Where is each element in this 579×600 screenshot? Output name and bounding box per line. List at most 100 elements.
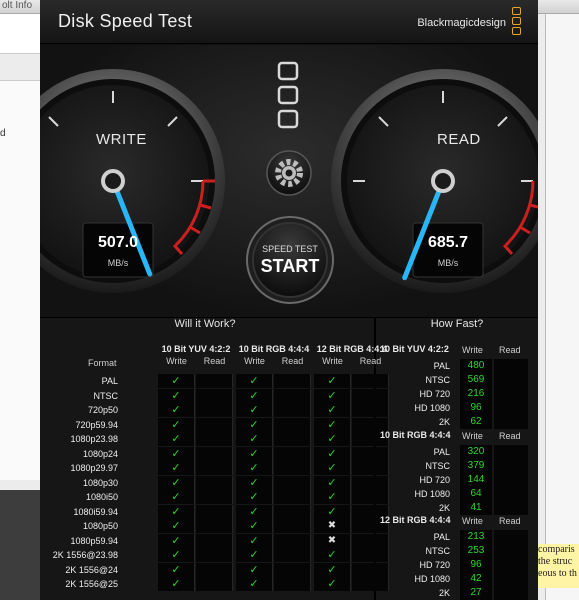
format-label: NTSC [93, 390, 119, 401]
background-panel-top [0, 14, 40, 54]
check-icon: ✓ [314, 490, 351, 504]
table-row: 2K 1556@23.98 ✓ ✓ ✓ [44, 548, 389, 562]
how-fast-write-value: 27 [460, 586, 492, 600]
format-column-header: Format [88, 358, 117, 368]
how-fast-read-cell [494, 401, 528, 415]
how-fast-read-header: Read [499, 431, 521, 441]
format-label: 1080p23.98 [70, 434, 118, 444]
table-cell [196, 562, 233, 577]
how-fast-read-cell [494, 359, 528, 373]
how-fast-format-label: PAL [433, 447, 450, 457]
settings-gear-icon[interactable] [266, 150, 312, 196]
app-title: Disk Speed Test [58, 11, 193, 31]
format-label: 1080p50 [82, 521, 118, 531]
background-dark-area [0, 490, 40, 600]
how-fast-write-value: 62 [460, 415, 492, 429]
start-button-label[interactable]: START [250, 256, 330, 277]
brand-squares-icon [277, 61, 299, 129]
table-cell [196, 388, 233, 403]
table-row: HD 1080 96 [380, 401, 530, 415]
table-cell [196, 403, 233, 417]
check-icon: ✓ [158, 490, 195, 504]
table-cell [274, 417, 311, 432]
check-icon: ✓ [314, 461, 351, 475]
check-icon: ✓ [158, 388, 195, 403]
table-cell [196, 519, 233, 533]
check-icon: ✓ [314, 577, 351, 591]
how-fast-write-header: Write [462, 431, 483, 441]
will-it-work-group-header: 10 Bit YUV 4:2:2 [161, 344, 231, 354]
how-fast-write-value: 96 [460, 558, 492, 572]
how-fast-read-header: Read [499, 516, 521, 526]
table-row: PAL ✓ ✓ ✓ [44, 374, 389, 388]
check-icon: ✓ [158, 432, 195, 446]
table-cell [196, 475, 233, 490]
table-cell [196, 417, 233, 432]
table-cell [274, 374, 311, 388]
format-label: 2K 1556@23.98 [52, 550, 118, 560]
table-cell [274, 446, 311, 461]
check-icon: ✓ [236, 504, 273, 519]
how-fast-format-label: PAL [433, 361, 450, 371]
how-fast-read-cell [494, 459, 528, 473]
table-row: HD 720 144 [380, 473, 530, 487]
table-row: 1080p24 ✓ ✓ ✓ [44, 446, 389, 461]
background-panel [0, 80, 40, 480]
check-icon: ✓ [314, 432, 351, 446]
table-row: NTSC 379 [380, 459, 530, 473]
table-cell [196, 461, 233, 475]
how-fast-format-label: 2K [438, 417, 450, 427]
how-fast-format-label: NTSC [425, 461, 451, 471]
format-label: 720p59.94 [75, 419, 118, 430]
check-icon: ✓ [236, 374, 273, 388]
format-label: 1080p29.97 [70, 463, 118, 473]
table-row: 1080p50 ✓ ✓ ✖ [44, 519, 389, 533]
table-cell [274, 504, 311, 519]
check-icon: ✓ [236, 417, 273, 432]
table-row: HD 720 216 [380, 387, 530, 401]
how-fast-write-value: 96 [460, 401, 492, 415]
format-label: 2K 1556@24 [65, 564, 118, 575]
table-row: NTSC ✓ ✓ ✓ [44, 388, 389, 403]
how-fast-format-label: HD 1080 [414, 574, 450, 584]
start-button-caption[interactable]: SPEED TEST [250, 244, 330, 254]
format-label: PAL [101, 376, 118, 386]
will-it-work-column-header: Write [244, 356, 265, 366]
how-fast-write-value: 144 [460, 473, 492, 487]
table-cell [274, 403, 311, 417]
background-right-panel [545, 14, 579, 600]
check-icon: ✓ [158, 548, 195, 562]
how-fast-format-label: 2K [438, 503, 450, 513]
how-fast-write-value: 41 [460, 501, 492, 515]
cross-icon: ✖ [314, 519, 351, 533]
table-row: 1080p30 ✓ ✓ ✓ [44, 475, 389, 490]
format-label: 2K 1556@25 [65, 579, 118, 589]
table-cell [196, 504, 233, 519]
how-fast-write-value: 213 [460, 530, 492, 544]
cross-icon: ✖ [314, 533, 351, 548]
read-speed-unit: MB/s [437, 258, 459, 268]
how-fast-group-header: 10 Bit YUV 4:2:2 [380, 344, 449, 354]
brand-logo-icon [512, 7, 524, 37]
how-fast-format-label: NTSC [425, 375, 451, 385]
how-fast-write-value: 64 [460, 487, 492, 501]
table-row: HD 1080 64 [380, 487, 530, 501]
how-fast-write-value: 42 [460, 572, 492, 586]
check-icon: ✓ [236, 446, 273, 461]
table-row: NTSC 569 [380, 373, 530, 387]
check-icon: ✓ [236, 519, 273, 533]
write-speed-unit: MB/s [107, 258, 129, 268]
will-it-work-group-header: 10 Bit RGB 4:4:4 [238, 344, 310, 354]
check-icon: ✓ [314, 374, 351, 388]
table-row: NTSC 253 [380, 544, 530, 558]
format-label: 1080p30 [82, 477, 118, 488]
check-icon: ✓ [158, 577, 195, 591]
note-line: eous to th [538, 568, 577, 579]
check-icon: ✓ [158, 374, 195, 388]
will-it-work-column-header: Write [322, 356, 343, 366]
check-icon: ✓ [236, 403, 273, 417]
check-icon: ✓ [314, 388, 351, 403]
table-cell [274, 519, 311, 533]
table-row: 2K 1556@25 ✓ ✓ ✓ [44, 577, 389, 591]
check-icon: ✓ [236, 461, 273, 475]
